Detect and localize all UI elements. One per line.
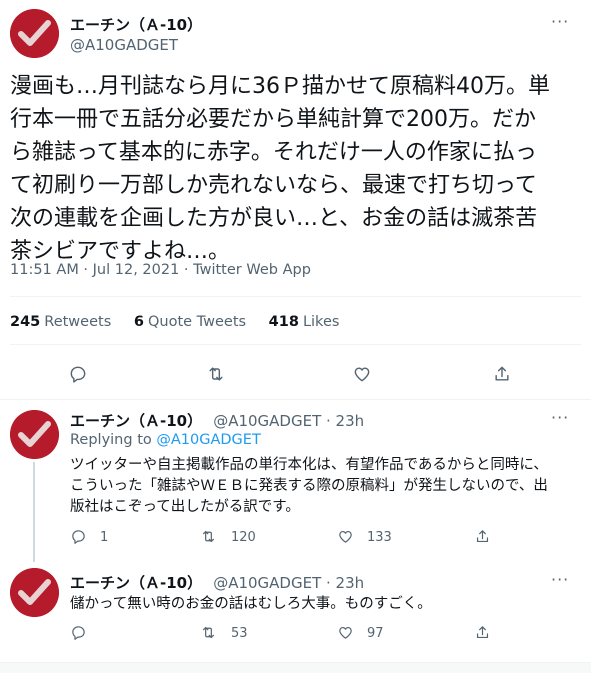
retweets-label: Retweets	[44, 314, 112, 330]
replying-prefix: Replying to	[70, 432, 152, 448]
replying-to: Replying to @A10GADGET	[70, 432, 261, 448]
avatar[interactable]	[10, 9, 59, 58]
like-count: 133	[367, 530, 392, 545]
reply-icon[interactable]	[70, 624, 87, 641]
avatar[interactable]	[10, 410, 59, 459]
tweet-stats: 245 Retweets 6 Quote Tweets 418 Likes	[10, 314, 357, 330]
divider	[10, 296, 581, 297]
quotes-label: Quote Tweets	[147, 314, 247, 330]
tweet-timestamp[interactable]: 11:51 AM · Jul 12, 2021 · Twitter Web Ap…	[10, 262, 311, 278]
more-icon[interactable]: ···	[551, 570, 569, 589]
likes-label: Likes	[302, 314, 340, 330]
reply-text-line: ツイッターや自主掲載作品の単行本化は、有望作品であるからと同時に、	[70, 457, 548, 473]
replying-handle-link[interactable]: @A10GADGET	[156, 432, 260, 448]
retweet-icon[interactable]	[200, 528, 217, 545]
handle-time[interactable]: @A10GADGET · 23h	[213, 574, 364, 592]
quotes-count: 6	[133, 314, 144, 330]
display-name[interactable]: エーチン（Ａ-10）	[70, 14, 202, 35]
like-count: 97	[367, 626, 384, 641]
share-icon[interactable]	[474, 624, 491, 641]
retweet-count: 53	[231, 626, 248, 641]
retweet-count: 120	[231, 530, 256, 545]
handle[interactable]: @A10GADGET	[70, 36, 178, 54]
share-icon[interactable]	[474, 528, 491, 545]
reply-header: エーチン（Ａ-10） @A10GADGET · 23h	[70, 410, 364, 431]
heart-icon[interactable]	[352, 364, 372, 384]
footer-band	[0, 663, 591, 673]
reply-text: 儲かって無い時のお金の話はむしろ大事。ものすごく。	[70, 594, 570, 615]
likes-stat[interactable]: 418 Likes	[269, 314, 340, 330]
handle-time[interactable]: @A10GADGET · 23h	[213, 412, 364, 430]
more-icon[interactable]: ···	[551, 408, 569, 427]
tweet-text-line: 漫画も…月刊誌なら月に36Ｐ描かせて原稿料40万。単	[10, 74, 550, 99]
quotes-stat[interactable]: 6 Quote Tweets	[134, 314, 246, 330]
reply-text-line: 儲かって無い時のお金の話はむしろ大事。ものすごく。	[70, 596, 432, 612]
tweet-text-line: 行本一冊で五話分必要だから単純計算で200万。だか	[10, 107, 536, 132]
retweet-icon[interactable]	[200, 624, 217, 641]
more-icon[interactable]: ···	[551, 12, 569, 31]
display-name[interactable]: エーチン（Ａ-10）	[70, 574, 202, 592]
display-name[interactable]: エーチン（Ａ-10）	[70, 412, 202, 430]
tweet-text: 漫画も…月刊誌なら月に36Ｐ描かせて原稿料40万。単 行本一冊で五話分必要だから…	[10, 70, 580, 268]
heart-icon[interactable]	[337, 624, 354, 641]
reply-text-line: こういった「雑誌やＷＥＢに発表する際の原稿料」が発生しないので、出	[70, 478, 548, 494]
heart-icon[interactable]	[337, 528, 354, 545]
retweets-stat[interactable]: 245 Retweets	[10, 314, 111, 330]
thread-line	[33, 462, 35, 562]
reply-icon[interactable]	[70, 528, 87, 545]
reply-icon[interactable]	[68, 364, 88, 384]
tweet-text-line: て初刷り一万部しか売れないなら、最速で打ち切って	[10, 173, 537, 198]
retweet-icon[interactable]	[206, 364, 226, 384]
divider	[10, 344, 581, 345]
likes-count: 418	[268, 314, 299, 330]
reply-count: 1	[100, 530, 109, 545]
reply-text-line: 版社はこぞって出したがる訳です。	[70, 499, 300, 515]
tweet-text-line: 次の連載を企画した方が良い…と、お金の話は滅茶苦	[10, 206, 538, 231]
share-icon[interactable]	[492, 364, 512, 384]
reply-text: ツイッターや自主掲載作品の単行本化は、有望作品であるからと同時に、 こういった「…	[70, 455, 570, 518]
tweet-text-line: ら雑誌って基本的に赤字。それだけ一人の作家に払っ	[10, 140, 537, 165]
retweets-count: 245	[10, 314, 41, 330]
avatar[interactable]	[10, 568, 59, 617]
reply-header: エーチン（Ａ-10） @A10GADGET · 23h	[70, 572, 364, 593]
divider	[0, 399, 591, 400]
